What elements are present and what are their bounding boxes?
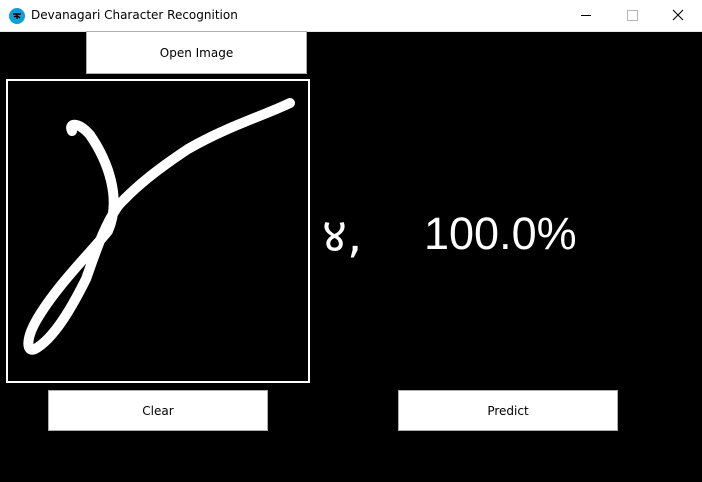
app-window: Devanagari Character Recognition Open Im… xyxy=(0,0,702,482)
clear-button[interactable]: Clear xyxy=(48,390,268,431)
minimize-icon xyxy=(581,15,591,16)
close-button[interactable] xyxy=(655,0,701,31)
minimize-button[interactable] xyxy=(563,0,609,31)
title-bar[interactable]: Devanagari Character Recognition xyxy=(0,0,702,32)
app-icon xyxy=(9,8,25,24)
close-icon xyxy=(672,9,684,21)
prediction-confidence: 100.0% xyxy=(424,208,577,259)
maximize-button[interactable] xyxy=(609,0,655,31)
drawing-canvas[interactable] xyxy=(6,79,310,383)
predict-button[interactable]: Predict xyxy=(398,390,618,431)
open-image-button[interactable]: Open Image xyxy=(86,31,307,74)
window-title: Devanagari Character Recognition xyxy=(31,8,238,22)
handwritten-stroke xyxy=(23,98,295,355)
predicted-character: ४, xyxy=(322,208,363,264)
maximize-icon xyxy=(627,10,638,21)
